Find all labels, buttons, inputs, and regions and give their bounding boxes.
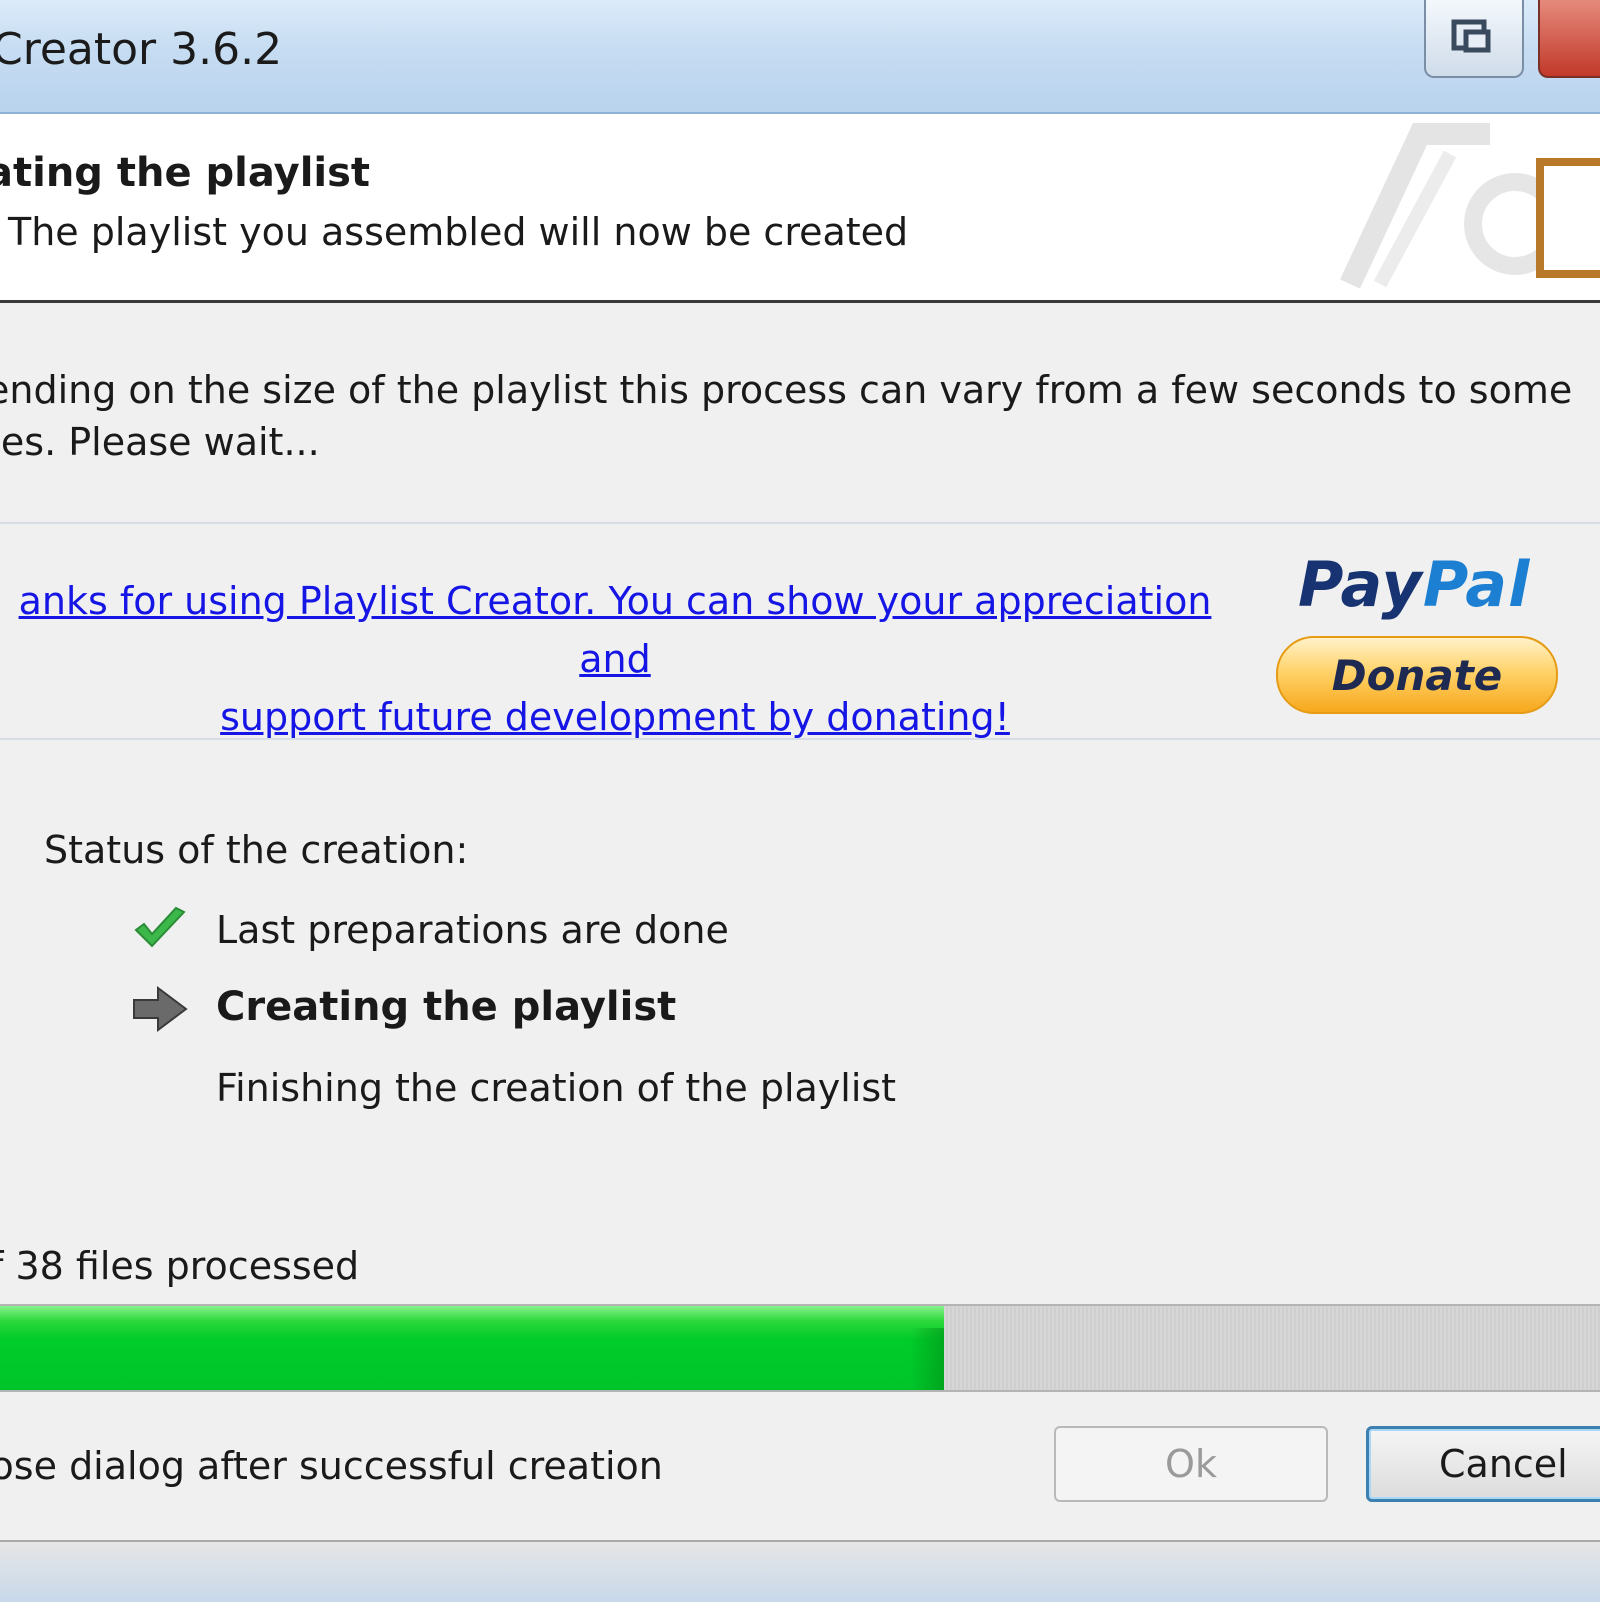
donation-link-line-1: anks for using Playlist Creator. You can… [18,579,1212,681]
close-button[interactable] [1538,0,1600,78]
restore-button[interactable] [1424,0,1524,78]
progress-fill [0,1306,944,1390]
header-title: ating the playlist [0,150,371,196]
restore-window-icon [1451,19,1491,53]
files-processed-text: f 38 files processed [0,1244,360,1288]
donate-button[interactable]: Donate [1276,636,1558,714]
close-dialog-option[interactable]: lose dialog after successful creation [0,1444,663,1488]
paypal-logo[interactable]: PayPal [1298,548,1530,621]
cancel-button[interactable]: Cancel [1366,1426,1600,1502]
window-bottom-edge [0,1540,1600,1602]
info-line-1: ending on the size of the playlist this … [0,368,1573,412]
status-step-3: Finishing the creation of the playlist [216,1066,897,1110]
title-bar[interactable]: Creator 3.6.2 [0,0,1600,114]
status-step-2: Creating the playlist [216,984,677,1030]
progress-bar [0,1304,1600,1392]
status-heading: Status of the creation: [44,828,469,872]
paypal-logo-pal: Pal [1422,548,1531,621]
donation-link[interactable]: anks for using Playlist Creator. You can… [0,572,1250,746]
wizard-header: ating the playlist The playlist you asse… [0,114,1600,303]
separator [0,522,1600,524]
info-line-2: tes. Please wait... [0,420,320,464]
paypal-logo-pay: Pay [1298,548,1423,621]
arrow-right-icon [133,986,188,1032]
playlist-logo-icon [1340,123,1600,289]
ok-button[interactable]: Ok [1054,1426,1328,1502]
status-step-1: Last preparations are done [216,908,729,952]
header-subtitle: The playlist you assembled will now be c… [8,210,909,254]
check-icon [134,906,186,948]
separator [0,738,1600,740]
info-text: ending on the size of the playlist this … [0,364,1573,468]
window-title: Creator 3.6.2 [0,24,283,75]
